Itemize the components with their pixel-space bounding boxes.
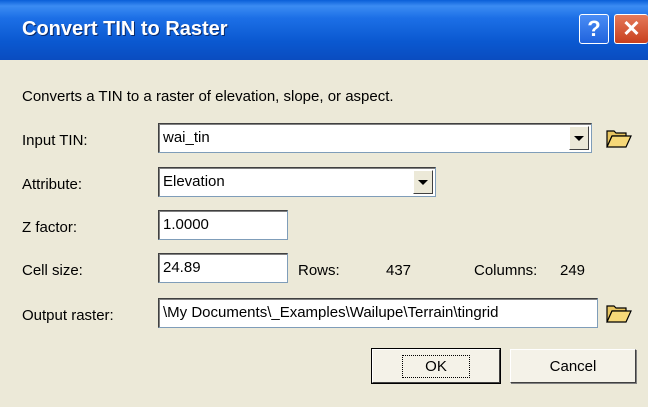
title-bar: Convert TIN to Raster ? ✕	[0, 0, 648, 60]
columns-value: 249	[560, 262, 586, 279]
help-button[interactable]: ?	[579, 14, 609, 44]
z-factor-label: Z factor:	[22, 219, 78, 236]
cell-size-label: Cell size:	[22, 262, 83, 279]
folder-open-icon	[606, 130, 632, 148]
output-raster-label: Output raster:	[22, 307, 114, 324]
rows-label: Rows:	[298, 262, 340, 279]
input-tin-value: wai_tin	[163, 129, 210, 146]
attribute-label: Attribute:	[22, 176, 83, 193]
attribute-dropdown-button[interactable]	[413, 170, 433, 194]
close-button[interactable]: ✕	[614, 14, 648, 44]
z-factor-input[interactable]: 1.0000	[158, 210, 288, 240]
ok-button-label: OK	[402, 354, 470, 378]
folder-open-icon	[606, 305, 632, 323]
input-tin-dropdown-button[interactable]	[569, 126, 589, 150]
input-tin-label: Input TIN:	[22, 132, 88, 149]
input-tin-dropdown[interactable]: wai_tin	[158, 123, 592, 153]
ok-button[interactable]: OK	[371, 348, 501, 384]
attribute-value: Elevation	[163, 173, 225, 190]
chevron-down-icon	[418, 179, 428, 185]
columns-label: Columns:	[474, 262, 538, 279]
attribute-dropdown[interactable]: Elevation	[158, 167, 436, 197]
output-raster-browse-button[interactable]	[604, 299, 634, 327]
window-title: Convert TIN to Raster	[22, 18, 228, 40]
input-tin-browse-button[interactable]	[604, 124, 634, 152]
rows-value: 437	[386, 262, 412, 279]
description-text: Converts a TIN to a raster of elevation,…	[22, 88, 394, 105]
cancel-button[interactable]: Cancel	[510, 349, 636, 383]
output-raster-input[interactable]: \My Documents\_Examples\Wailupe\Terrain\…	[158, 298, 598, 328]
cell-size-input[interactable]: 24.89	[158, 253, 288, 283]
chevron-down-icon	[574, 135, 584, 141]
